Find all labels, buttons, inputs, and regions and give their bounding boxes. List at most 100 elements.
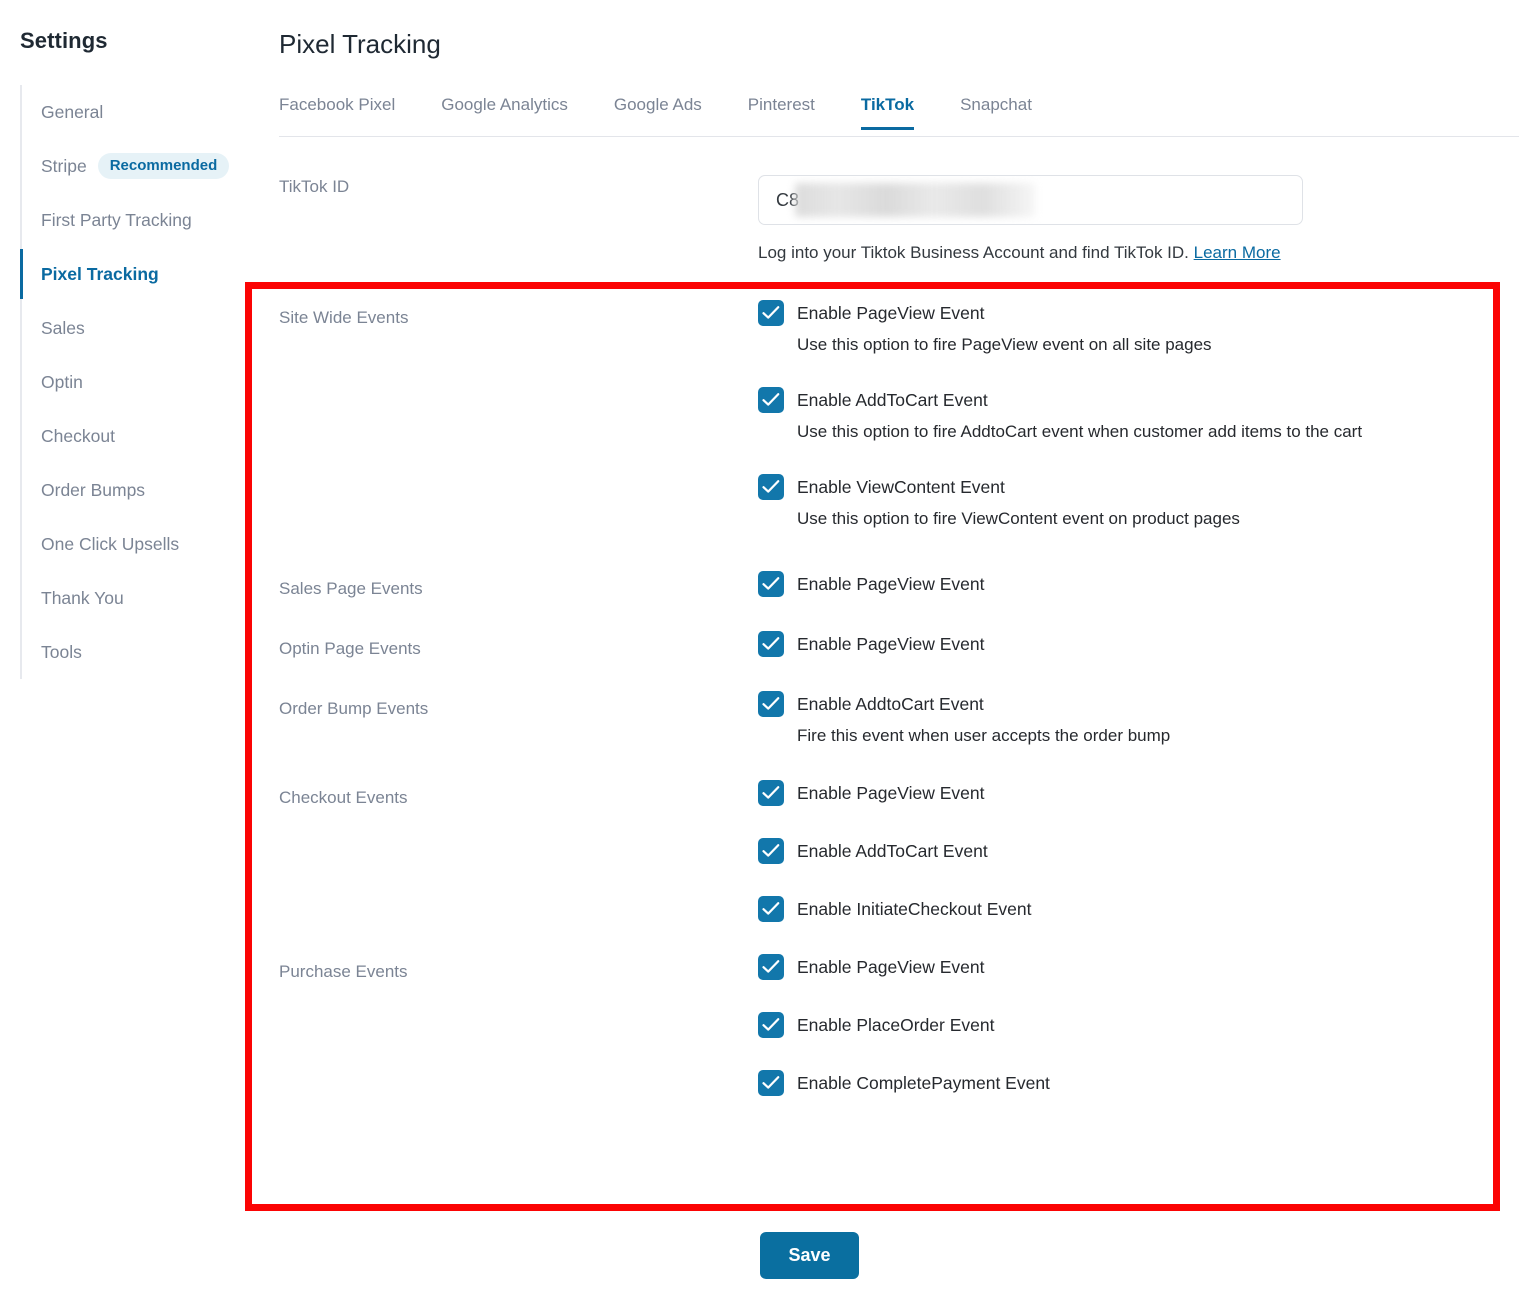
event-description: Fire this event when user accepts the or…: [797, 726, 1171, 745]
event-group-label: Sales Page Events: [279, 579, 423, 598]
events-settings-grid: Site Wide Events Enable PageView Event Use…: [279, 300, 1519, 1096]
event-checkbox[interactable]: [758, 474, 784, 500]
event-row: Enable AddtoCart Event Fire this event wh…: [758, 691, 1519, 746]
event-group-label: Order Bump Events: [279, 699, 429, 718]
sidebar-item-label: Thank You: [41, 587, 124, 608]
event-group: Purchase Events Enable PageView Event Enab…: [279, 954, 1519, 1096]
checkbox-line: Enable PageView Event: [758, 954, 1519, 980]
sidebar-item-label: First Party Tracking: [41, 209, 192, 230]
sidebar-item-label: Order Bumps: [41, 479, 146, 500]
tab-tiktok[interactable]: TikTok: [860, 95, 915, 130]
event-group: Site Wide Events Enable PageView Event Use…: [279, 300, 1519, 529]
check-icon: [762, 637, 780, 650]
tiktok-id-input[interactable]: C8: [758, 175, 1303, 225]
main-content: Pixel Tracking Facebook Pixel Google Anal…: [245, 0, 1519, 1307]
sidebar-item-pixel-tracking[interactable]: Pixel Tracking: [20, 247, 250, 301]
learn-more-link[interactable]: Learn More: [1194, 243, 1281, 262]
check-icon: [762, 577, 780, 590]
event-checkbox-label[interactable]: Enable InitiateCheckout Event: [797, 899, 1031, 920]
sidebar-item-tools[interactable]: Tools: [22, 625, 250, 679]
event-checkbox[interactable]: [758, 896, 784, 922]
event-row: Enable PageView Event: [758, 780, 1519, 806]
sidebar-item-label: Optin: [41, 371, 83, 392]
tiktok-id-label: TikTok ID: [279, 177, 350, 196]
checkbox-line: Enable CompletePayment Event: [758, 1070, 1519, 1096]
event-group-rows: Enable PageView Event Enable AddToCart Ev…: [758, 780, 1519, 922]
event-checkbox-label[interactable]: Enable PageView Event: [797, 303, 984, 324]
checkbox-line: Enable AddToCart Event: [758, 838, 1519, 864]
event-checkbox-label[interactable]: Enable PageView Event: [797, 574, 984, 595]
sidebar-item-order-bumps[interactable]: Order Bumps: [22, 463, 250, 517]
event-group-rows: Enable AddtoCart Event Fire this event wh…: [758, 691, 1519, 746]
event-checkbox[interactable]: [758, 1012, 784, 1038]
check-icon: [762, 480, 780, 493]
check-icon: [762, 697, 780, 710]
sidebar-item-checkout[interactable]: Checkout: [22, 409, 250, 463]
settings-sidebar: Settings General Stripe Recommended First P…: [0, 0, 250, 1307]
checkbox-line: Enable PlaceOrder Event: [758, 1012, 1519, 1038]
event-checkbox-label[interactable]: Enable AddtoCart Event: [797, 694, 984, 715]
event-checkbox-label[interactable]: Enable ViewContent Event: [797, 477, 1005, 498]
check-icon: [762, 1018, 780, 1031]
event-checkbox-label[interactable]: Enable PageView Event: [797, 783, 984, 804]
event-checkbox[interactable]: [758, 838, 784, 864]
tiktok-id-help-text: Log into your Tiktok Business Account an…: [758, 243, 1281, 263]
event-checkbox-label[interactable]: Enable PageView Event: [797, 957, 984, 978]
sidebar-title: Settings: [20, 28, 108, 53]
event-checkbox-label[interactable]: Enable PlaceOrder Event: [797, 1015, 994, 1036]
event-checkbox[interactable]: [758, 780, 784, 806]
event-checkbox[interactable]: [758, 300, 784, 326]
event-checkbox[interactable]: [758, 1070, 784, 1096]
sidebar-item-label: Stripe: [41, 155, 87, 176]
event-checkbox-label[interactable]: Enable PageView Event: [797, 634, 984, 655]
tab-facebook-pixel[interactable]: Facebook Pixel: [279, 95, 395, 129]
event-checkbox[interactable]: [758, 387, 784, 413]
event-description: Use this option to fire PageView event o…: [797, 335, 1212, 354]
event-group-rows: Enable PageView Event: [758, 631, 1519, 657]
check-icon: [762, 306, 780, 319]
tab-snapchat[interactable]: Snapchat: [960, 95, 1032, 129]
page-title: Pixel Tracking: [279, 29, 441, 59]
sidebar-item-general[interactable]: General: [22, 85, 250, 139]
checkbox-line: Enable AddToCart Event: [758, 387, 1519, 413]
event-row: Enable ViewContent Event Use this option …: [758, 474, 1519, 529]
sidebar-item-sales[interactable]: Sales: [22, 301, 250, 355]
event-row: Enable PlaceOrder Event: [758, 1012, 1519, 1038]
event-checkbox[interactable]: [758, 571, 784, 597]
event-row: Enable InitiateCheckout Event: [758, 896, 1519, 922]
tab-google-analytics[interactable]: Google Analytics: [441, 95, 568, 129]
event-checkbox[interactable]: [758, 691, 784, 717]
sidebar-item-stripe[interactable]: Stripe Recommended: [22, 139, 250, 193]
event-description: Use this option to fire ViewContent even…: [797, 509, 1240, 528]
event-group-rows: Enable PageView Event Enable PlaceOrder E…: [758, 954, 1519, 1096]
sidebar-nav: General Stripe Recommended First Party Trac…: [20, 85, 250, 679]
sidebar-item-thank-you[interactable]: Thank You: [22, 571, 250, 625]
event-group-rows: Enable PageView Event: [758, 571, 1519, 597]
event-checkbox-label[interactable]: Enable AddToCart Event: [797, 390, 988, 411]
sidebar-item-optin[interactable]: Optin: [22, 355, 250, 409]
tab-pinterest[interactable]: Pinterest: [748, 95, 815, 129]
event-group: Sales Page Events Enable PageView Event: [279, 571, 1519, 599]
event-group: Order Bump Events Enable AddtoCart Event F…: [279, 691, 1519, 746]
event-row: Enable PageView Event: [758, 631, 1519, 657]
sidebar-item-label: General: [41, 101, 104, 122]
save-button[interactable]: Save: [760, 1232, 859, 1279]
check-icon: [762, 844, 780, 857]
tab-google-ads[interactable]: Google Ads: [614, 95, 702, 129]
check-icon: [762, 960, 780, 973]
checkbox-line: Enable InitiateCheckout Event: [758, 896, 1519, 922]
event-checkbox-label[interactable]: Enable CompletePayment Event: [797, 1073, 1050, 1094]
event-checkbox-label[interactable]: Enable AddToCart Event: [797, 841, 988, 862]
sidebar-item-first-party-tracking[interactable]: First Party Tracking: [22, 193, 250, 247]
checkbox-line: Enable PageView Event: [758, 780, 1519, 806]
sidebar-item-label: Tools: [41, 641, 82, 662]
check-icon: [762, 393, 780, 406]
sidebar-item-label: Checkout: [41, 425, 115, 446]
event-row: Enable AddToCart Event Use this option to…: [758, 387, 1519, 442]
sidebar-item-one-click-upsells[interactable]: One Click Upsells: [22, 517, 250, 571]
event-group-label: Checkout Events: [279, 788, 408, 807]
event-checkbox[interactable]: [758, 954, 784, 980]
event-group-label: Purchase Events: [279, 962, 408, 981]
event-checkbox[interactable]: [758, 631, 784, 657]
sidebar-item-badge: Recommended: [97, 153, 230, 179]
